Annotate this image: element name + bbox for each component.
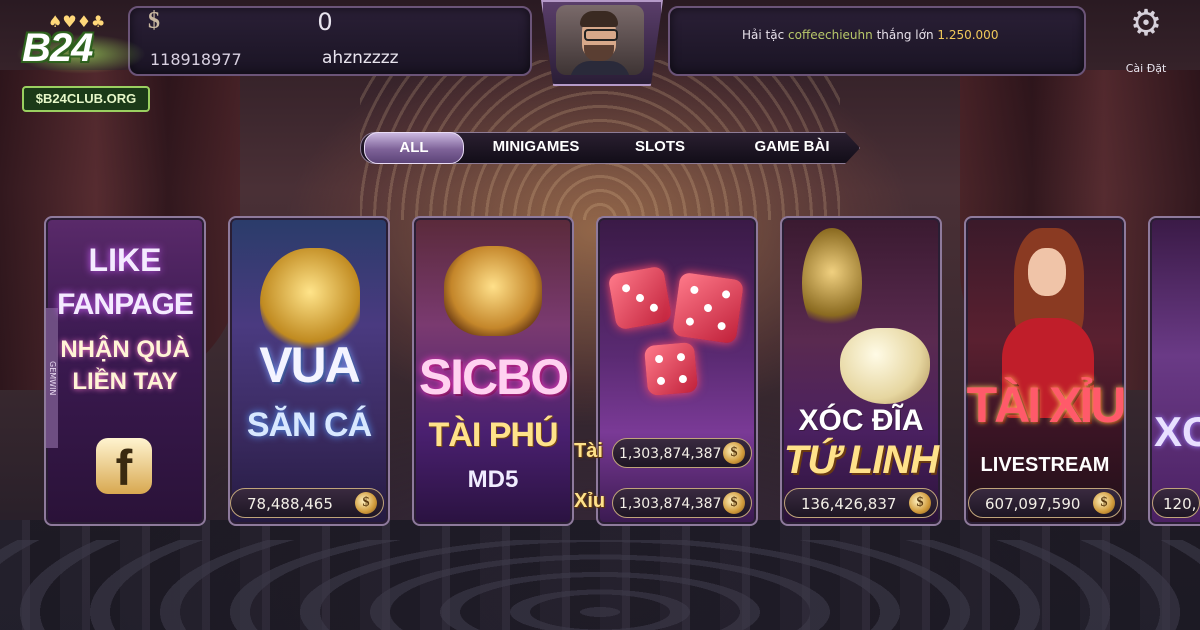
sicbo-variant: MD5 bbox=[467, 466, 519, 493]
dice-icon bbox=[671, 271, 745, 345]
game-card-tai-xiu[interactable] bbox=[596, 216, 758, 526]
bowl-art bbox=[840, 328, 930, 404]
ticker-amount: 1.250.000 bbox=[937, 28, 999, 42]
vua-san-ca-subtitle: SĂN CÁ bbox=[246, 406, 372, 444]
game-card-partial[interactable]: XC bbox=[1148, 216, 1200, 526]
avatar-glasses bbox=[584, 29, 618, 41]
balance-value: 0 bbox=[317, 8, 333, 36]
avatar-hair bbox=[580, 11, 618, 27]
tai-xiu-live-title: TÀI XỈU bbox=[966, 377, 1124, 433]
fanpage-line-1: LIKE bbox=[88, 242, 162, 278]
avatar-shirt bbox=[570, 61, 630, 75]
jackpot-value: 1,303,874,387 bbox=[619, 496, 722, 512]
tai-xiu-live-subtitle: LIVESTREAM bbox=[980, 454, 1110, 476]
tai-label: Tài bbox=[574, 440, 603, 462]
jackpot-value: 1,303,874,387 bbox=[619, 446, 722, 462]
jackpot-value: 120, bbox=[1163, 495, 1197, 513]
dollar-coin-icon: $ bbox=[723, 492, 745, 514]
fanpage-line-2: FANPAGE bbox=[57, 288, 194, 321]
ticker-user: coffeechieuhn bbox=[788, 28, 873, 42]
game-card-fanpage[interactable]: GEMWIN LIKE FANPAGE NHẬN QUÀ LIỀN TAY f bbox=[44, 216, 206, 526]
xoc-dia-title: XÓC ĐĨA bbox=[798, 404, 924, 437]
tab-minigames[interactable]: MINIGAMES bbox=[480, 132, 592, 162]
dollar-coin-icon: $ bbox=[909, 492, 931, 514]
dice-icon bbox=[643, 341, 699, 397]
xoc-dia-subtitle: TỨ LINH bbox=[783, 438, 939, 482]
username: ahznzzzz bbox=[322, 48, 399, 68]
dice-icon bbox=[607, 265, 673, 331]
logo-club-url: $B24CLUB.ORG bbox=[22, 86, 150, 112]
host-face bbox=[1028, 248, 1066, 296]
vua-san-ca-title: VUA bbox=[259, 337, 361, 393]
gear-icon: ⚙ bbox=[1129, 3, 1163, 44]
partial-title: XC bbox=[1154, 408, 1200, 455]
game-card-vua-san-ca[interactable]: VUA SĂN CÁ bbox=[228, 216, 390, 526]
fanpage-line-4: LIỀN TAY bbox=[72, 368, 178, 395]
ticker-middle: thắng lớn bbox=[876, 28, 934, 42]
dollar-icon: $ bbox=[148, 8, 160, 34]
jackpot-vua-san-ca: 78,488,465 $ bbox=[230, 488, 384, 518]
sicbo-title: SICBO bbox=[418, 349, 569, 405]
tab-all[interactable]: ALL bbox=[364, 132, 464, 164]
ticker-prefix: Hải tặc bbox=[742, 28, 785, 42]
game-card-tai-xiu-livestream[interactable]: TÀI XỈU LIVESTREAM bbox=[964, 216, 1126, 526]
xiu-label: Xỉu bbox=[574, 490, 606, 512]
jackpot-value: 136,426,837 bbox=[801, 495, 897, 513]
jackpot-value: 78,488,465 bbox=[247, 495, 333, 513]
jackpot-value: 607,097,590 bbox=[985, 495, 1081, 513]
jackpot-xiu: 1,303,874,387 $ bbox=[612, 488, 752, 518]
sicbo-subtitle: TÀI PHÚ bbox=[428, 416, 559, 454]
dollar-coin-icon: $ bbox=[723, 442, 745, 464]
win-ticker-text: Hải tặc coffeechieuhn thắng lớn 1.250.00… bbox=[742, 28, 998, 42]
tab-game-bai[interactable]: GAME BÀI bbox=[740, 132, 844, 162]
jackpot-xoc-dia: 136,426,837 $ bbox=[784, 488, 938, 518]
game-card-xoc-dia[interactable]: XÓC ĐĨA TỨ LINH bbox=[780, 216, 942, 526]
tab-slots[interactable]: SLOTS bbox=[620, 132, 700, 162]
jackpot-tai: 1,303,874,387 $ bbox=[612, 438, 752, 468]
settings-label: Cài Đặt bbox=[1125, 62, 1167, 75]
user-id: 118918977 bbox=[150, 50, 242, 69]
avatar[interactable] bbox=[556, 5, 644, 75]
jackpot-partial: 120, bbox=[1152, 488, 1200, 518]
dollar-coin-icon: $ bbox=[355, 492, 377, 514]
jackpot-tai-xiu-live: 607,097,590 $ bbox=[968, 488, 1122, 518]
game-card-sicbo[interactable]: SICBO TÀI PHÚ MD5 bbox=[412, 216, 574, 526]
dollar-coin-icon: $ bbox=[1093, 492, 1115, 514]
logo-text: B24 bbox=[22, 26, 93, 70]
golden-toad-art bbox=[444, 246, 542, 336]
settings-button[interactable]: ⚙ Cài Đặt bbox=[1120, 6, 1172, 76]
dragon-art bbox=[802, 228, 862, 338]
fanpage-line-3: NHẬN QUÀ bbox=[60, 336, 190, 363]
casino-tables bbox=[0, 540, 1200, 630]
club-logo: ♠♥♦♣ B24 $B24CLUB.ORG bbox=[8, 6, 150, 112]
facebook-icon: f bbox=[96, 438, 152, 496]
avatar-beard bbox=[584, 45, 614, 61]
